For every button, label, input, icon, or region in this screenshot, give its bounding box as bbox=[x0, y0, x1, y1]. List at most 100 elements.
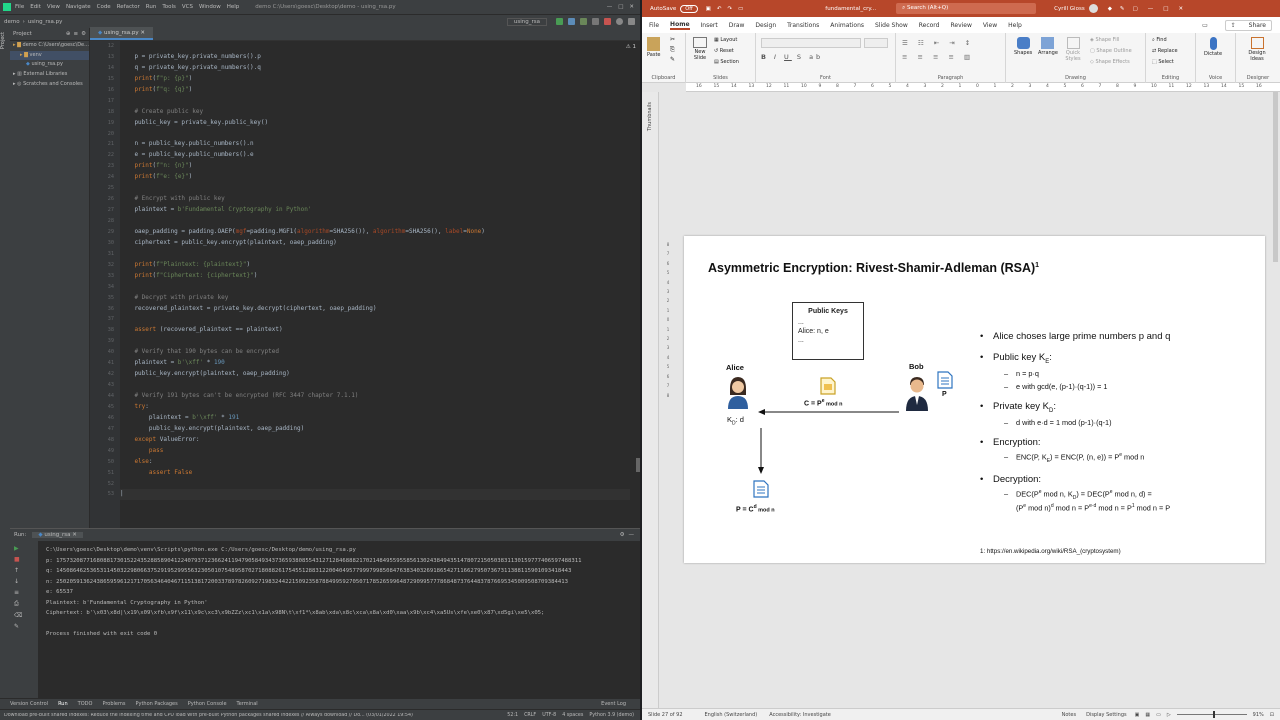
caret-position[interactable]: 52:1 bbox=[507, 713, 518, 718]
tab-python-console[interactable]: Python Console bbox=[188, 701, 227, 707]
search-box[interactable]: ⌕ Search (Alt+Q) bbox=[896, 3, 1037, 14]
menu-navigate[interactable]: Navigate bbox=[66, 4, 91, 10]
slideshow-icon[interactable]: ▭ bbox=[738, 6, 743, 12]
menu-window[interactable]: Window bbox=[199, 4, 221, 10]
public-keys-box[interactable]: Public Keys ... Alice: n, e ... bbox=[792, 302, 864, 360]
dictate-button[interactable]: Dictate bbox=[1204, 37, 1222, 57]
debug-icon[interactable] bbox=[568, 18, 575, 25]
run-output[interactable]: C:\Users\goesc\Desktop\demo\venv\Scripts… bbox=[46, 545, 640, 640]
status-message[interactable]: Download pre-built shared indexes: Reduc… bbox=[4, 713, 413, 718]
menu-code[interactable]: Code bbox=[97, 4, 111, 10]
maximize-button[interactable]: □ bbox=[618, 4, 623, 10]
tab-animations[interactable]: Animations bbox=[830, 22, 864, 29]
interpreter[interactable]: Python 3.9 (demo) bbox=[589, 713, 634, 718]
tab-record[interactable]: Record bbox=[919, 22, 940, 29]
cut-icon[interactable]: ✂ bbox=[670, 36, 675, 43]
stop-icon[interactable] bbox=[604, 18, 611, 25]
view-normal-icon[interactable]: ▣ bbox=[1135, 712, 1140, 718]
new-slide-button[interactable]: New Slide bbox=[691, 37, 709, 61]
reset-button[interactable]: ↺ Reset bbox=[714, 48, 734, 54]
menu-file[interactable]: File bbox=[15, 4, 24, 10]
run-config-select[interactable]: using_rsa bbox=[506, 17, 547, 26]
editor-tab-using-rsa[interactable]: ◆ using_rsa.py ✕ bbox=[90, 27, 153, 40]
run-tab[interactable]: ◆ using_rsa ✕ bbox=[32, 532, 83, 538]
rsa-bullet-list[interactable]: Alice choses large prime numbers p and q… bbox=[980, 322, 1250, 512]
paste-button[interactable]: Paste bbox=[647, 37, 661, 58]
fit-slide-icon[interactable]: ⊡ bbox=[1270, 712, 1274, 718]
coverage-icon[interactable] bbox=[580, 18, 587, 25]
tab-file[interactable]: File bbox=[649, 22, 659, 29]
file-title[interactable]: fundamental_cry... bbox=[825, 6, 876, 12]
tab-design[interactable]: Design bbox=[755, 22, 776, 29]
format-painter-icon[interactable]: ✎ bbox=[670, 56, 675, 63]
save-icon[interactable]: ▣ bbox=[706, 6, 711, 12]
indent-setting[interactable]: 4 spaces bbox=[562, 713, 583, 718]
breadcrumb-project[interactable]: demo bbox=[4, 19, 20, 25]
breadcrumb-file[interactable]: using_rsa.py bbox=[28, 19, 63, 25]
collapse-icon[interactable]: ≡ bbox=[73, 31, 78, 37]
menu-view[interactable]: View bbox=[47, 4, 60, 10]
list-buttons[interactable]: ☰ ☷ ⇤ ⇥ ↕ bbox=[902, 39, 974, 47]
pen-icon[interactable]: ✎ bbox=[1120, 6, 1125, 12]
code-editor[interactable]: ◆ using_rsa.py ✕ 12 13 14 15 16 17 18 19 20 21 22 2… bbox=[90, 27, 640, 528]
tree-item-using-rsa[interactable]: ◆ using_rsa.py bbox=[10, 60, 89, 70]
share-button[interactable]: ⇪ Share bbox=[1224, 19, 1272, 31]
premium-icon[interactable]: ◆ bbox=[1108, 6, 1112, 12]
shape-effects-button[interactable]: ◇ Shape Effects bbox=[1090, 59, 1130, 65]
find-button[interactable]: ⌕ Find bbox=[1152, 37, 1167, 43]
tab-home[interactable]: Home bbox=[670, 21, 690, 30]
file-encoding[interactable]: UTF-8 bbox=[542, 713, 556, 718]
run-settings-icon[interactable]: ⚙ bbox=[620, 532, 625, 538]
profile-icon[interactable] bbox=[592, 18, 599, 25]
tab-review[interactable]: Review bbox=[950, 22, 971, 29]
menu-tools[interactable]: Tools bbox=[162, 4, 176, 10]
design-ideas-button[interactable]: Design Ideas bbox=[1242, 37, 1272, 62]
tab-todo[interactable]: TODO bbox=[78, 701, 93, 707]
code-area[interactable]: p = private_key.private_numbers().p q = … bbox=[120, 41, 630, 528]
clear-icon[interactable]: ⌫ bbox=[14, 612, 38, 619]
slide-title[interactable]: Asymmetric Encryption: Rivest-Shamir-Adl… bbox=[708, 261, 1039, 275]
ppt-close-button[interactable]: ✕ bbox=[1178, 6, 1183, 12]
view-reading-icon[interactable]: ▭ bbox=[1156, 712, 1161, 718]
stop-run-icon[interactable]: ■ bbox=[14, 556, 38, 563]
font-name-select[interactable] bbox=[761, 38, 861, 48]
project-panel-title[interactable]: Project bbox=[13, 31, 32, 37]
rerun-icon[interactable]: ▶ bbox=[14, 545, 38, 552]
user-name[interactable]: Cyrill Gioss bbox=[1054, 6, 1085, 12]
redo-icon[interactable]: ↷ bbox=[727, 6, 732, 12]
warning-badge[interactable]: ⚠ 1 bbox=[626, 44, 636, 50]
search-everywhere-icon[interactable] bbox=[616, 18, 623, 25]
menu-run[interactable]: Run bbox=[146, 4, 157, 10]
copy-icon[interactable]: ⎘ bbox=[670, 46, 675, 54]
tree-item-external-libraries[interactable]: ▸ ▥ External Libraries bbox=[10, 70, 89, 80]
tab-event-log[interactable]: Event Log bbox=[601, 701, 626, 707]
notes-button[interactable]: Notes bbox=[1062, 712, 1076, 718]
tab-terminal[interactable]: Terminal bbox=[237, 701, 258, 707]
editor-scrollbar[interactable] bbox=[636, 458, 640, 472]
undo-icon[interactable]: ↶ bbox=[717, 6, 722, 12]
tab-insert[interactable]: Insert bbox=[701, 22, 718, 29]
project-tool-button[interactable]: Project bbox=[0, 32, 6, 49]
hide-panel-icon[interactable]: — bbox=[629, 532, 635, 538]
tab-draw[interactable]: Draw bbox=[729, 22, 745, 29]
tab-help[interactable]: Help bbox=[1008, 22, 1022, 29]
layout-button[interactable]: ▦ Layout bbox=[714, 37, 737, 43]
print-icon[interactable]: ⎙ bbox=[14, 600, 38, 608]
comments-icon[interactable]: ▭ bbox=[1202, 22, 1208, 29]
language-status[interactable]: English (Switzerland) bbox=[705, 712, 758, 718]
tab-transitions[interactable]: Transitions bbox=[787, 22, 819, 29]
scroll-up-icon[interactable]: ↑ bbox=[14, 567, 38, 574]
accessibility-status[interactable]: Accessibility: Investigate bbox=[769, 712, 831, 718]
locate-icon[interactable]: ⊕ bbox=[66, 31, 71, 37]
run-icon[interactable] bbox=[556, 18, 563, 25]
line-separator[interactable]: CRLF bbox=[524, 713, 536, 718]
thumbnails-pane[interactable]: Thumbnails bbox=[642, 92, 659, 708]
menu-help[interactable]: Help bbox=[227, 4, 240, 10]
tree-item-project-root[interactable]: ▸ ▇ demo C:\Users\goesc\De... bbox=[10, 41, 89, 51]
tab-problems[interactable]: Problems bbox=[102, 701, 125, 707]
soft-wrap-icon[interactable]: ≡ bbox=[14, 589, 38, 596]
menu-refactor[interactable]: Refactor bbox=[117, 4, 140, 10]
footnote-reference[interactable]: 1: https://en.wikipedia.org/wiki/RSA_(cr… bbox=[980, 548, 1121, 555]
arrange-button[interactable]: Arrange bbox=[1038, 37, 1058, 56]
zoom-level[interactable]: 91% bbox=[1253, 712, 1264, 718]
